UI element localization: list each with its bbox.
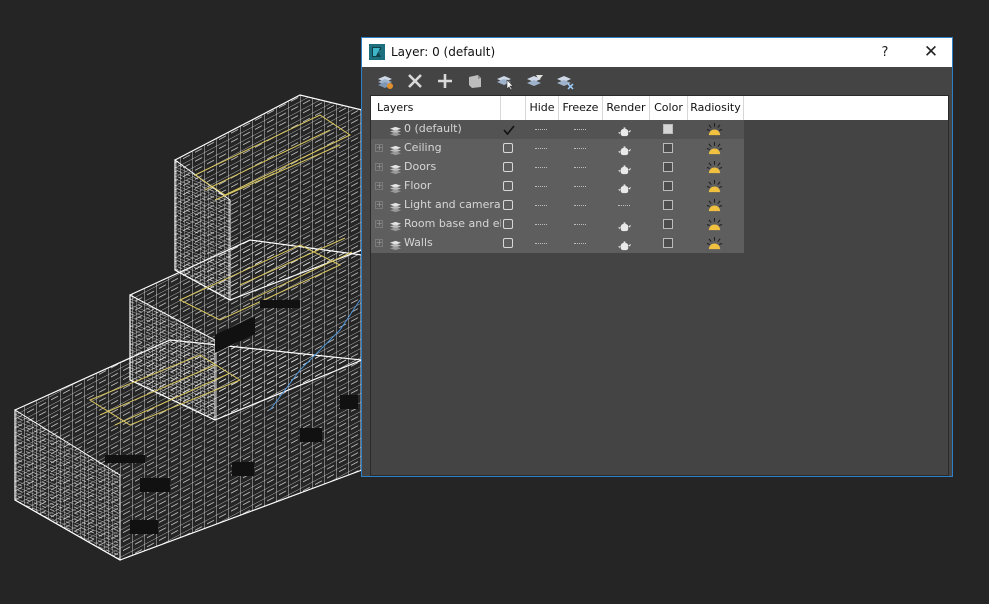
col-freeze[interactable]: Freeze (559, 96, 603, 120)
hide-toggle[interactable] (535, 186, 547, 189)
layer-name[interactable]: Floor (404, 177, 501, 194)
layer-toolbar (362, 67, 952, 95)
col-active[interactable] (501, 96, 526, 120)
layer-dialog[interactable]: Layer: 0 (default) ? ✕ Layers Hide Freez… (361, 37, 953, 477)
set-active-checkbox[interactable] (503, 200, 513, 210)
active-layer-checkmark-icon[interactable] (502, 122, 516, 136)
col-layers[interactable]: Layers (371, 96, 501, 120)
3dsmax-app-icon (369, 44, 385, 60)
color-swatch[interactable] (663, 181, 673, 191)
freeze-toggle[interactable] (574, 167, 586, 170)
layer-row[interactable]: 0 (default) (371, 120, 744, 139)
freeze-all-icon[interactable] (555, 71, 575, 91)
layer-row[interactable]: + Doors (371, 158, 744, 177)
layer-row[interactable]: + Ceiling (371, 139, 744, 158)
expand-toggle[interactable]: + (375, 239, 383, 247)
color-swatch[interactable] (663, 200, 673, 210)
hide-toggle[interactable] (535, 129, 547, 132)
freeze-toggle[interactable] (574, 205, 586, 208)
hide-toggle[interactable] (535, 205, 547, 208)
col-color[interactable]: Color (650, 96, 688, 120)
wireframe-model (14, 94, 363, 561)
dialog-titlebar[interactable]: Layer: 0 (default) ? ✕ (362, 38, 952, 67)
expand-toggle[interactable]: + (375, 220, 383, 228)
render-teapot-icon[interactable] (618, 237, 631, 256)
select-objects-icon[interactable] (495, 71, 515, 91)
column-header: Layers Hide Freeze Render Color Radiosit… (371, 96, 948, 120)
layer-name[interactable]: Ceiling (404, 139, 501, 156)
expand-toggle[interactable]: + (375, 182, 383, 190)
hide-all-icon[interactable] (525, 71, 545, 91)
set-active-checkbox[interactable] (503, 143, 513, 153)
color-swatch[interactable] (663, 162, 673, 172)
layer-name[interactable]: Doors (404, 158, 501, 175)
layer-name[interactable]: Walls (404, 234, 501, 251)
expand-toggle[interactable]: + (375, 201, 383, 209)
set-active-checkbox[interactable] (503, 181, 513, 191)
close-button[interactable]: ✕ (908, 38, 954, 67)
layer-name[interactable]: 0 (default) (404, 120, 501, 137)
layer-row[interactable]: + Room base and elements (371, 215, 744, 234)
freeze-toggle[interactable] (574, 186, 586, 189)
layer-name[interactable]: Light and camera (404, 196, 501, 213)
layer-icon (389, 237, 402, 256)
expand-toggle[interactable]: + (375, 163, 383, 171)
layer-name[interactable]: Room base and elements (404, 215, 501, 232)
select-layer-icon[interactable] (465, 71, 485, 91)
delete-icon[interactable] (405, 71, 425, 91)
expand-toggle[interactable]: + (375, 144, 383, 152)
hide-toggle[interactable] (535, 167, 547, 170)
set-active-checkbox[interactable] (503, 162, 513, 172)
dialog-title: Layer: 0 (default) (391, 45, 496, 59)
hide-toggle[interactable] (535, 148, 547, 151)
layer-row[interactable]: + Floor (371, 177, 744, 196)
layer-row[interactable]: + Walls (371, 234, 744, 253)
color-swatch[interactable] (663, 219, 673, 229)
col-render[interactable]: Render (603, 96, 650, 120)
freeze-toggle[interactable] (574, 243, 586, 246)
col-hide[interactable]: Hide (526, 96, 559, 120)
color-swatch[interactable] (663, 143, 673, 153)
add-icon[interactable] (435, 71, 455, 91)
new-layer-icon[interactable] (375, 71, 395, 91)
color-swatch[interactable] (663, 124, 673, 134)
freeze-toggle[interactable] (574, 148, 586, 151)
layer-row[interactable]: + Light and camera (371, 196, 744, 215)
freeze-toggle[interactable] (574, 224, 586, 227)
radiosity-sun-icon[interactable] (706, 236, 723, 255)
layer-list[interactable]: Layers Hide Freeze Render Color Radiosit… (370, 95, 949, 476)
freeze-toggle[interactable] (574, 129, 586, 132)
help-button[interactable]: ? (862, 38, 908, 67)
color-swatch[interactable] (663, 238, 673, 248)
col-radiosity[interactable]: Radiosity (688, 96, 744, 120)
set-active-checkbox[interactable] (503, 238, 513, 248)
hide-toggle[interactable] (535, 243, 547, 246)
hide-toggle[interactable] (535, 224, 547, 227)
set-active-checkbox[interactable] (503, 219, 513, 229)
